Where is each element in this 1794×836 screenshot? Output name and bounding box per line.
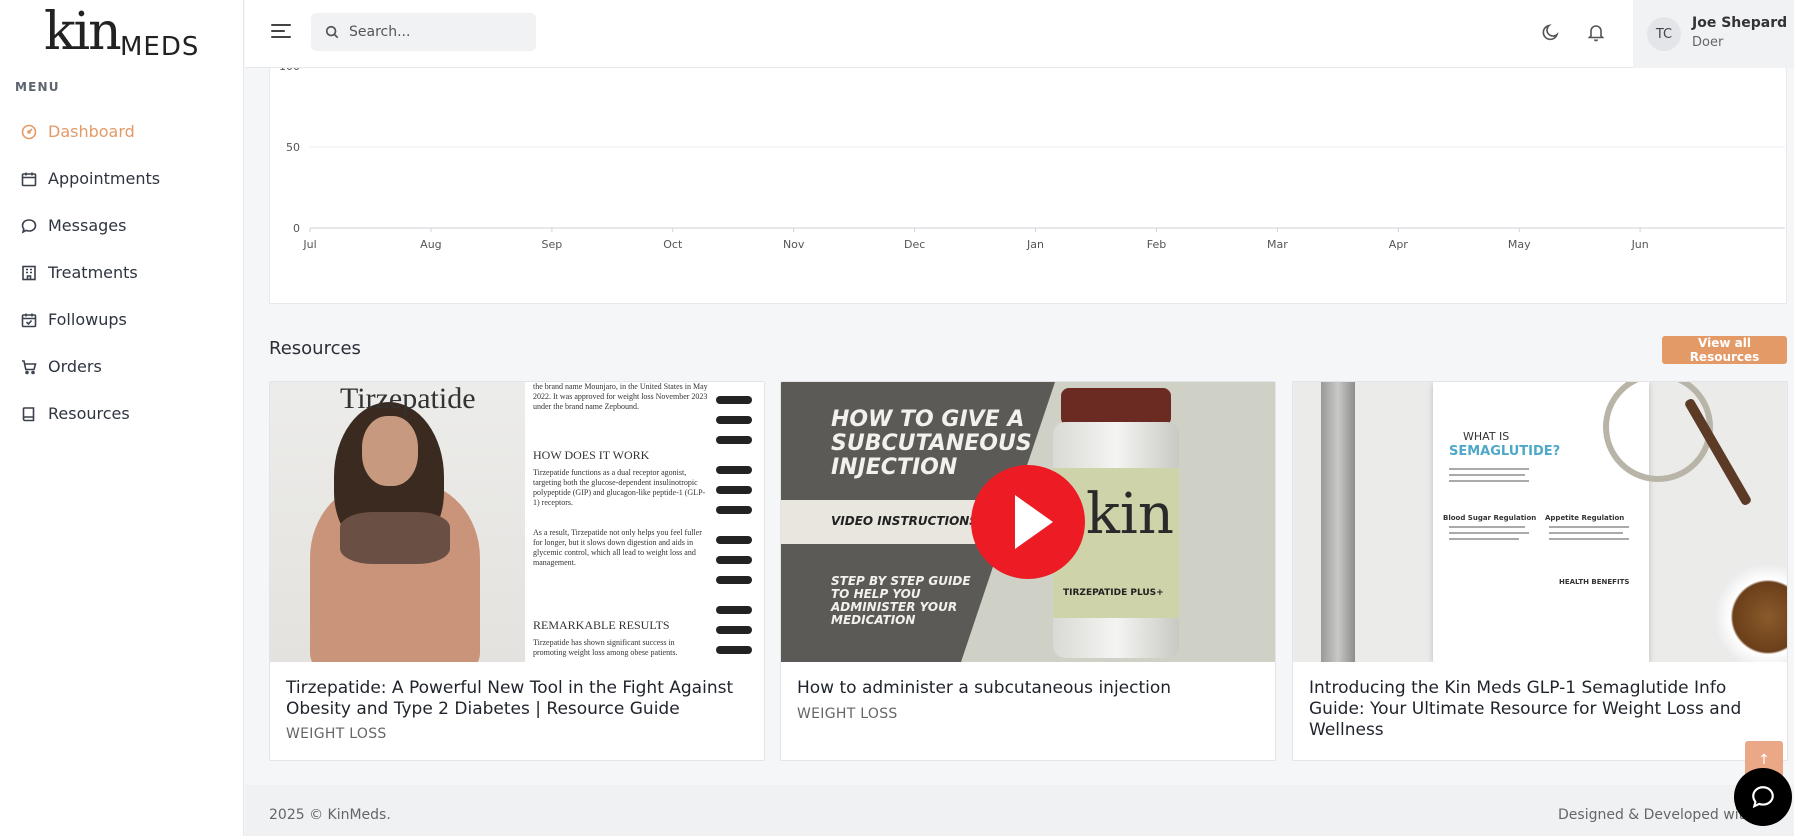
y-tick-label: 50 [286,141,300,154]
top-header: TC Joe Shepard Doer [245,0,1794,68]
chat-widget-button[interactable] [1734,768,1792,826]
flyer-col1: Blood Sugar Regulation [1443,514,1537,522]
thumb-how-body: Tirzepatide functions as a dual receptor… [533,468,706,507]
x-tick-label: Sep [541,238,562,251]
vial-label-text: TIRZEPATIDE PLUS+ [1063,588,1164,598]
search-box[interactable] [311,13,536,51]
flyer-benefits: HEALTH BENEFITS [1559,578,1630,586]
sidebar-item-appointments[interactable]: Appointments [0,155,244,202]
copyright-text: 2025 © KinMeds. [269,807,391,823]
resource-thumbnail[interactable]: WHAT IS SEMAGLUTIDE? Blood Sugar Regulat… [1293,382,1787,662]
y-tick-label: 100 [279,68,300,73]
x-tick-label: Feb [1147,238,1166,251]
dashboard-icon [20,123,38,141]
menu-label: MENU [15,80,60,94]
user-name: Joe Shepard [1692,15,1788,31]
search-icon [325,25,339,39]
calendar-icon [20,170,38,188]
thumb-heading: Tirzepatide [340,382,476,415]
sidebar-item-resources[interactable]: Resources [0,390,244,437]
designed-by-text: Designed & Developed with [1558,807,1753,823]
sidebar-item-label: Dashboard [48,122,135,141]
search-input[interactable] [349,24,519,40]
resource-card-tirzepatide[interactable]: Tirzepatide the brand name Mounjaro, in … [269,381,765,761]
x-tick-label: Nov [783,238,805,251]
view-all-resources-button[interactable]: View all Resources [1662,336,1787,364]
spiral-binding [716,382,756,662]
guide-page: the brand name Mounjaro, in the United S… [525,382,764,662]
vial-brand: kin [1086,482,1174,547]
resource-card-injection[interactable]: HOW TO GIVE A SUBCUTANEOUS INJECTION VID… [780,381,1276,761]
y-tick-label: 0 [293,222,300,235]
resource-title[interactable]: Introducing the Kin Meds GLP-1 Semagluti… [1309,678,1771,741]
menu-toggle-icon[interactable] [271,22,293,40]
sidebar-nav: Dashboard Appointments Messages Treatmen… [0,108,244,437]
thumb-results-heading: REMARKABLE RESULTS [533,618,670,632]
x-tick-label: Jun [1631,238,1649,251]
x-tick-label: Jul [302,238,316,251]
video-play-icon[interactable] [971,465,1085,579]
sidebar-item-label: Resources [48,404,130,423]
logo-kin: kin [44,2,122,62]
calendar-check-icon [20,311,38,329]
coffee-cup-image [1713,562,1787,662]
chat-bubble-icon [1752,786,1774,809]
flyer-col2: Appetite Regulation [1545,514,1625,522]
x-tick-label: Apr [1389,238,1409,251]
resource-category: WEIGHT LOSS [797,706,898,722]
thumb-results-body: Tirzepatide has shown significant succes… [533,638,678,657]
footer: 2025 © KinMeds. Designed & Developed wit… [245,785,1794,836]
sidebar-item-label: Followups [48,310,127,329]
sidebar: kin MEDS MENU Dashboard Appointments Mes… [0,0,244,836]
cart-icon [20,358,38,376]
thumb-step-text: STEP BY STEP GUIDE TO HELP YOU ADMINISTE… [831,574,971,627]
message-icon [20,217,38,235]
arrow-up-icon: ↑ [1758,752,1770,768]
sidebar-item-followups[interactable]: Followups [0,296,244,343]
sidebar-item-treatments[interactable]: Treatments [0,249,244,296]
thumb-how-heading: HOW DOES IT WORK [533,448,650,462]
sidebar-item-messages[interactable]: Messages [0,202,244,249]
sidebar-item-label: Appointments [48,169,161,188]
resource-thumbnail[interactable]: HOW TO GIVE A SUBCUTANEOUS INJECTION VID… [781,382,1275,662]
building-icon [20,264,38,282]
sidebar-item-label: Messages [48,216,127,235]
flyer-drug-name: SEMAGLUTIDE? [1449,444,1561,459]
sidebar-item-label: Orders [48,357,102,376]
x-tick-label: Jan [1026,238,1044,251]
avatar: TC [1647,17,1681,51]
woman-photo [270,382,525,662]
activity-chart: 0 50 100 Jul Aug Sep Oct Nov Dec Jan Feb Mar Apr May J… [269,68,1787,304]
logo-meds: MEDS [120,32,200,62]
x-tick-label: May [1508,238,1531,251]
x-tick-label: Mar [1267,238,1288,251]
x-tick-label: Aug [420,238,441,251]
sidebar-item-dashboard[interactable]: Dashboard [0,108,244,155]
sidebar-item-label: Treatments [48,263,138,282]
resources-title: Resources [269,338,361,359]
sidebar-item-orders[interactable]: Orders [0,343,244,390]
kinmeds-logo[interactable]: kin MEDS [44,2,204,64]
resource-category: WEIGHT LOSS [286,726,387,742]
resource-thumbnail[interactable]: Tirzepatide the brand name Mounjaro, in … [270,382,764,662]
resource-title[interactable]: Tirzepatide: A Powerful New Tool in the … [286,678,748,720]
x-tick-label: Dec [904,238,925,251]
thumb-band-text: VIDEO INSTRUCTIONS [831,514,978,528]
vial-cap [1061,388,1171,426]
semaglutide-flyer: WHAT IS SEMAGLUTIDE? Blood Sugar Regulat… [1433,382,1713,662]
chart-canvas: 0 50 100 Jul Aug Sep Oct Nov Dec Jan Feb Mar Apr May J… [279,68,1785,251]
thumb-result-body: As a result, Tirzepatide not only helps … [533,528,702,567]
user-menu[interactable]: TC Joe Shepard Doer [1633,0,1794,68]
user-role: Doer [1692,35,1724,50]
ruler-image [1321,382,1355,662]
dark-mode-icon[interactable] [1539,20,1563,44]
flyer-what-is: WHAT IS [1463,430,1510,443]
resource-title[interactable]: How to administer a subcutaneous injecti… [797,678,1259,699]
thumb-intro: the brand name Mounjaro, in the United S… [533,382,708,411]
notification-bell-icon[interactable] [1584,20,1608,44]
x-tick-label: Oct [663,238,683,251]
resource-card-semaglutide[interactable]: WHAT IS SEMAGLUTIDE? Blood Sugar Regulat… [1292,381,1788,761]
book-icon [20,405,38,423]
